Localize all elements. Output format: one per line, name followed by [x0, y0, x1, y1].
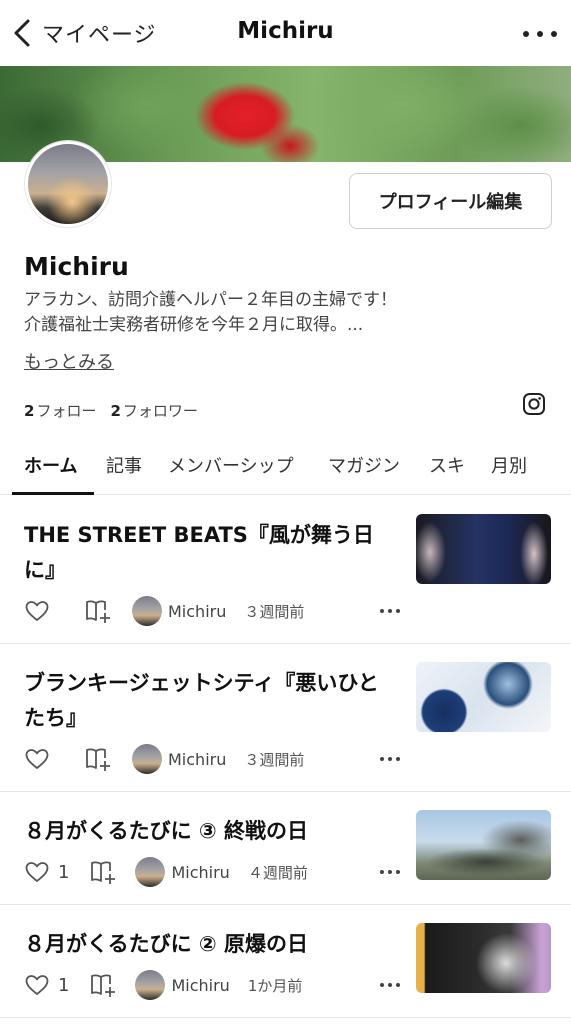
article-title: ８月がくるたびに ② 原爆の日 — [24, 932, 308, 956]
profile-avatar[interactable] — [25, 141, 111, 227]
ellipsis-icon — [523, 31, 529, 37]
following-label: フォロー — [36, 402, 97, 420]
page-title: Michiru — [237, 18, 334, 44]
follow-stats: 2 フォロー 2 フォロワー — [24, 400, 198, 421]
like-count: 1 — [58, 974, 70, 996]
ellipsis-icon — [380, 609, 384, 613]
author-avatar[interactable] — [132, 744, 162, 774]
edit-profile-button[interactable]: プロフィール編集 — [349, 173, 552, 229]
article-more-button[interactable] — [380, 609, 400, 615]
author-avatar[interactable] — [135, 970, 166, 1000]
ellipsis-icon — [380, 870, 384, 874]
article-card[interactable]: ブランキージェットシティ『悪いひと たち』 Michiru ３週間前 — [0, 644, 571, 792]
ellipsis-icon — [380, 757, 384, 761]
article-meta: Michiru ３週間前 — [24, 596, 304, 626]
post-time: ３週間前 — [244, 750, 305, 769]
heart-icon[interactable] — [24, 860, 50, 884]
bio-line: アラカン、訪問介護ヘルパー２年目の主婦です！ — [24, 290, 397, 310]
author-avatar[interactable] — [135, 857, 166, 887]
profile-name: Michiru — [24, 252, 129, 281]
following-link[interactable]: 2 フォロー — [24, 400, 96, 421]
heart-icon[interactable] — [24, 973, 50, 997]
article-title: ブランキージェットシティ『悪いひと たち』 — [24, 671, 379, 730]
article-meta: 1 Michiru ４週間前 — [24, 857, 308, 887]
tab-magazine[interactable]: マガジン — [328, 452, 400, 478]
author-name[interactable]: Michiru — [171, 976, 229, 995]
tab-articles[interactable]: 記事 — [106, 452, 142, 478]
article-more-button[interactable] — [380, 757, 400, 763]
followers-label: フォロワー — [122, 402, 198, 420]
article-card[interactable]: THE STREET BEATS『風が舞う日 に』 Michiru ３週間前 — [0, 496, 571, 644]
bio-line: 介護福祉士実務者研修を今年２月に取得。... — [24, 315, 364, 335]
article-card[interactable]: ８月がくるたびに ② 原爆の日 1 Michiru 1か月前 — [0, 905, 571, 1018]
article-meta: 1 Michiru 1か月前 — [24, 970, 302, 1000]
tab-home[interactable]: ホーム — [24, 452, 77, 478]
post-time: ３週間前 — [244, 602, 305, 621]
like-count: 1 — [58, 861, 70, 883]
instagram-icon[interactable] — [522, 392, 546, 416]
add-to-magazine-icon[interactable] — [84, 598, 112, 624]
tab-monthly[interactable]: 月別 — [491, 452, 527, 478]
article-thumbnail — [416, 662, 551, 732]
article-more-button[interactable] — [380, 983, 400, 989]
see-more-link[interactable]: もっとみる — [24, 348, 114, 374]
article-card[interactable]: ８月がくるたびに ③ 終戦の日 1 Michiru ４週間前 — [0, 792, 571, 905]
article-thumbnail — [416, 923, 551, 993]
article-more-button[interactable] — [380, 870, 400, 876]
author-name[interactable]: Michiru — [168, 602, 226, 621]
article-title: ８月がくるたびに ③ 終戦の日 — [24, 819, 308, 843]
post-time: ４週間前 — [247, 863, 308, 882]
article-title: THE STREET BEATS『風が舞う日 に』 — [24, 523, 374, 582]
ellipsis-icon — [380, 983, 384, 987]
followers-count: 2 — [110, 402, 121, 420]
add-to-magazine-icon[interactable] — [84, 746, 112, 772]
article-meta: Michiru ３週間前 — [24, 744, 304, 774]
add-to-magazine-icon[interactable] — [89, 972, 117, 998]
tab-membership[interactable]: メンバーシップ — [168, 452, 294, 478]
post-time: 1か月前 — [247, 976, 303, 995]
profile-tabs: ホーム 記事 メンバーシップ マガジン スキ 月別 — [0, 435, 571, 495]
profile-bio: アラカン、訪問介護ヘルパー２年目の主婦です！ 介護福祉士実務者研修を今年２月に取… — [24, 288, 544, 338]
author-avatar[interactable] — [132, 596, 162, 626]
more-options-button[interactable] — [523, 22, 557, 46]
top-navigation-bar: マイページ Michiru — [0, 0, 571, 66]
author-name[interactable]: Michiru — [168, 750, 226, 769]
add-to-magazine-icon[interactable] — [89, 859, 117, 885]
heart-icon[interactable] — [24, 747, 50, 771]
article-thumbnail — [416, 810, 551, 880]
author-name[interactable]: Michiru — [171, 863, 229, 882]
article-thumbnail — [416, 514, 551, 584]
following-count: 2 — [24, 402, 35, 420]
tab-likes[interactable]: スキ — [429, 452, 465, 478]
followers-link[interactable]: 2 フォロワー — [110, 400, 197, 421]
active-tab-indicator — [12, 492, 94, 495]
heart-icon[interactable] — [24, 599, 50, 623]
